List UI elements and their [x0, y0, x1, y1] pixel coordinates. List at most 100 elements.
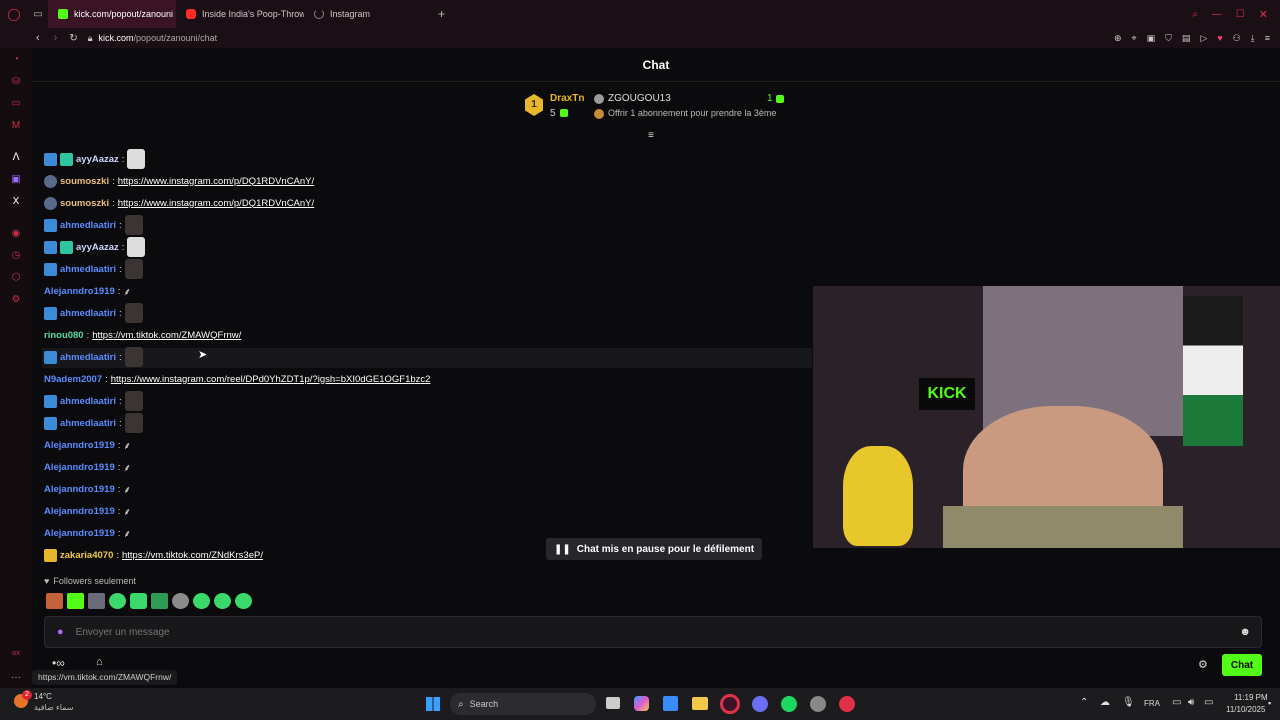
- maximize-icon[interactable]: ☐: [1236, 9, 1245, 20]
- search-tabs-icon[interactable]: ⌕: [1192, 9, 1198, 20]
- battery-icon[interactable]: ▭: [1204, 697, 1213, 708]
- crypto-wallet-icon[interactable]: ⛁: [10, 76, 22, 88]
- pin-icon[interactable]: ⌖: [1132, 33, 1137, 44]
- tab-instagram[interactable]: Instagram: [304, 0, 432, 28]
- send-chat-button[interactable]: Chat: [1222, 654, 1262, 676]
- emoji-icon[interactable]: ☻: [1239, 626, 1251, 638]
- settings-icon[interactable]: ⚙: [10, 294, 22, 306]
- kick-sidebar-icon[interactable]: ᐱ: [10, 152, 22, 164]
- message-username[interactable]: rinou080: [44, 330, 84, 341]
- chat-message[interactable]: ayyAazaz:: [44, 237, 146, 257]
- emote-icon[interactable]: [193, 593, 210, 609]
- store-app-icon[interactable]: [663, 696, 678, 711]
- clock-time[interactable]: 11:19 PM: [1234, 693, 1268, 702]
- chat-message[interactable]: ahmedlaatiri:: [44, 391, 143, 411]
- windows-start-icon[interactable]: [426, 697, 440, 711]
- menu-icon[interactable]: ≡: [1265, 33, 1270, 43]
- message-username[interactable]: ahmedlaatiri: [60, 352, 116, 363]
- chat-message[interactable]: Alejanndro1919: ⸙: [44, 524, 131, 542]
- workspaces-icon[interactable]: ▭: [28, 9, 48, 20]
- message-username[interactable]: N9adem2007: [44, 374, 102, 385]
- emote-icon[interactable]: [130, 593, 147, 609]
- mic-icon[interactable]: ●: [57, 626, 64, 638]
- download-icon[interactable]: ⤓: [1251, 33, 1255, 44]
- history-icon[interactable]: ◷: [10, 250, 22, 262]
- message-username[interactable]: ahmedlaatiri: [60, 264, 116, 275]
- leader-1-name[interactable]: DraxTn: [550, 93, 584, 104]
- notification-icon[interactable]: ▪: [1268, 698, 1271, 708]
- message-input[interactable]: [75, 626, 1240, 638]
- opera-logo-icon[interactable]: ◯: [0, 7, 28, 21]
- player-icon[interactable]: ◉: [10, 228, 22, 240]
- back-icon[interactable]: ‹: [36, 32, 40, 44]
- more-icon[interactable]: …: [10, 670, 22, 682]
- message-link[interactable]: https://www.instagram.com/reel/DPd0YhZDT…: [111, 374, 431, 385]
- twitch-icon[interactable]: ▣: [10, 174, 22, 186]
- message-username[interactable]: Alejanndro1919: [44, 462, 115, 473]
- message-link[interactable]: https://vm.tiktok.com/ZNdKrs3eP/: [122, 550, 263, 561]
- message-username[interactable]: soumoszki: [60, 198, 109, 209]
- chat-message[interactable]: ahmedlaatiri:: [44, 413, 143, 433]
- task-view-icon[interactable]: [606, 697, 620, 709]
- message-username[interactable]: soumoszki: [60, 176, 109, 187]
- discord-icon[interactable]: [752, 696, 768, 712]
- network-icon[interactable]: ▭: [1172, 697, 1181, 708]
- reload-icon[interactable]: ↻: [69, 33, 77, 44]
- chat-message[interactable]: ahmedlaatiri:: [44, 259, 143, 279]
- emote-icon[interactable]: [67, 593, 84, 609]
- chat-paused-banner[interactable]: ❚❚ Chat mis en pause pour le défilement: [546, 538, 763, 560]
- ox-icon[interactable]: ox: [10, 648, 22, 660]
- chat-message[interactable]: Alejanndro1919: ⸙: [44, 458, 131, 476]
- emote-icon[interactable]: [109, 593, 126, 609]
- wallet-icon[interactable]: ▤: [1182, 33, 1191, 44]
- mail-icon[interactable]: M: [10, 120, 22, 132]
- chat-message[interactable]: soumoszki: https://www.instagram.com/p/D…: [44, 172, 314, 190]
- message-username[interactable]: ayyAazaz: [76, 242, 119, 253]
- tray-chevron-icon[interactable]: ⌃: [1080, 697, 1088, 708]
- snapshot-icon[interactable]: ▣: [1147, 33, 1156, 44]
- file-explorer-icon[interactable]: [692, 697, 708, 710]
- message-username[interactable]: Alejanndro1919: [44, 506, 115, 517]
- app-red-icon[interactable]: [839, 696, 855, 712]
- expand-chevron-icon[interactable]: ≡: [648, 130, 654, 141]
- tab-youtube[interactable]: Inside India's Poop-Throw: [176, 0, 304, 28]
- message-username[interactable]: zakaria4070: [60, 550, 113, 561]
- chat-message[interactable]: Alejanndro1919: ⸙: [44, 436, 131, 454]
- emote-icon[interactable]: [214, 593, 231, 609]
- clock-date[interactable]: 11/10/2025: [1226, 705, 1265, 714]
- volume-icon[interactable]: 🔊︎: [1188, 697, 1194, 708]
- offer-gift-link[interactable]: Offrir 1 abonnement pour prendre la 3ème: [608, 108, 776, 118]
- aria-icon[interactable]: ◔: [10, 54, 22, 66]
- tab-kick[interactable]: kick.com/popout/zanouni: [48, 0, 176, 28]
- app-icon[interactable]: [810, 696, 826, 712]
- opera-gx-icon[interactable]: [720, 694, 740, 714]
- x-icon[interactable]: X: [10, 196, 22, 208]
- play-icon[interactable]: ▷: [1200, 33, 1207, 44]
- forward-icon[interactable]: ›: [54, 32, 58, 44]
- message-input-box[interactable]: ● ☻: [44, 616, 1262, 648]
- message-username[interactable]: Alejanndro1919: [44, 440, 115, 451]
- zoom-icon[interactable]: ⊕: [1114, 33, 1122, 44]
- message-username[interactable]: ahmedlaatiri: [60, 396, 116, 407]
- emote-icon[interactable]: [151, 593, 168, 609]
- message-username[interactable]: ahmedlaatiri: [60, 418, 116, 429]
- url-field[interactable]: kick.com/popout/zanouni/chat: [99, 33, 218, 43]
- shield-icon[interactable]: ⛉: [1165, 33, 1172, 44]
- chat-message[interactable]: soumoszki: https://www.instagram.com/p/D…: [44, 194, 314, 212]
- emote-icon[interactable]: [46, 593, 63, 609]
- spotify-icon[interactable]: [781, 696, 797, 712]
- message-username[interactable]: Alejanndro1919: [44, 528, 115, 539]
- chat-message[interactable]: Alejanndro1919: ⸙: [44, 282, 131, 300]
- extensions-icon[interactable]: ⬡: [10, 272, 22, 284]
- chat-message[interactable]: ayyAazaz:: [44, 149, 146, 169]
- message-link[interactable]: https://www.instagram.com/p/DQ1RDVnCAnY/: [118, 198, 314, 209]
- onedrive-icon[interactable]: ☁: [1100, 697, 1110, 708]
- infinity-icon[interactable]: •∞: [52, 656, 65, 670]
- leader-2-name[interactable]: ZGOUGOU13: [608, 93, 671, 104]
- message-username[interactable]: ayyAazaz: [76, 154, 119, 165]
- chat-settings-icon[interactable]: ⚙: [1198, 658, 1208, 671]
- weather-widget[interactable]: 2 14°C سماء صافية: [14, 690, 94, 716]
- chat-message[interactable]: Alejanndro1919: ⸙: [44, 480, 131, 498]
- mic-tray-icon[interactable]: 🎙︎: [1122, 697, 1135, 708]
- taskbar-search[interactable]: ⌕ Search: [450, 693, 596, 715]
